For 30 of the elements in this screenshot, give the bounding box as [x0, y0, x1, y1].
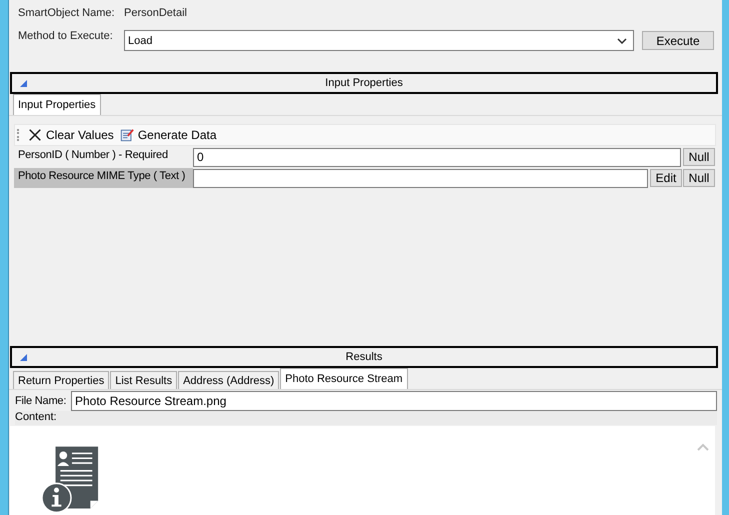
property-label: PersonID ( Number ) - Required — [17, 148, 169, 163]
property-label: Photo Resource MIME Type ( Text ) — [14, 168, 193, 188]
smartobject-name: PersonDetail — [124, 7, 187, 19]
section-header[interactable]: Input Properties — [10, 72, 718, 94]
field-label: SmartObject Name: — [18, 7, 116, 19]
chevron-down-icon — [617, 38, 627, 44]
input-field[interactable]: 0 — [193, 148, 681, 166]
row-button[interactable]: Edit — [650, 169, 682, 187]
row-button[interactable]: Null — [683, 148, 715, 166]
field-label: File Name: — [15, 395, 68, 407]
section-header[interactable]: Results — [10, 346, 718, 368]
execute-button[interactable]: Execute — [642, 31, 714, 50]
input-field[interactable] — [193, 168, 648, 188]
tab[interactable]: Return Properties — [13, 371, 110, 389]
row-button[interactable]: Null — [683, 169, 715, 187]
toolbar-button[interactable]: Clear Values — [25, 128, 117, 142]
toolbar-grip — [17, 129, 21, 141]
content-label: Content: — [15, 411, 717, 425]
collapse-triangle-icon[interactable] — [20, 80, 27, 86]
method-dropdown[interactable]: Load — [124, 30, 634, 51]
x-icon — [28, 128, 42, 142]
collapse-triangle-icon[interactable] — [20, 354, 27, 360]
tab[interactable]: Address (Address) — [178, 371, 280, 389]
tab[interactable]: List Results — [110, 371, 178, 389]
document-pencil-icon — [120, 128, 134, 142]
file-name-field[interactable]: Photo Resource Stream.png — [71, 391, 717, 411]
tab[interactable]: Photo Resource Stream — [280, 368, 408, 389]
field-label: Method to Execute: — [18, 30, 114, 42]
toolbar-button[interactable]: Generate Data — [116, 128, 220, 142]
tab[interactable]: Input Properties — [13, 94, 101, 115]
